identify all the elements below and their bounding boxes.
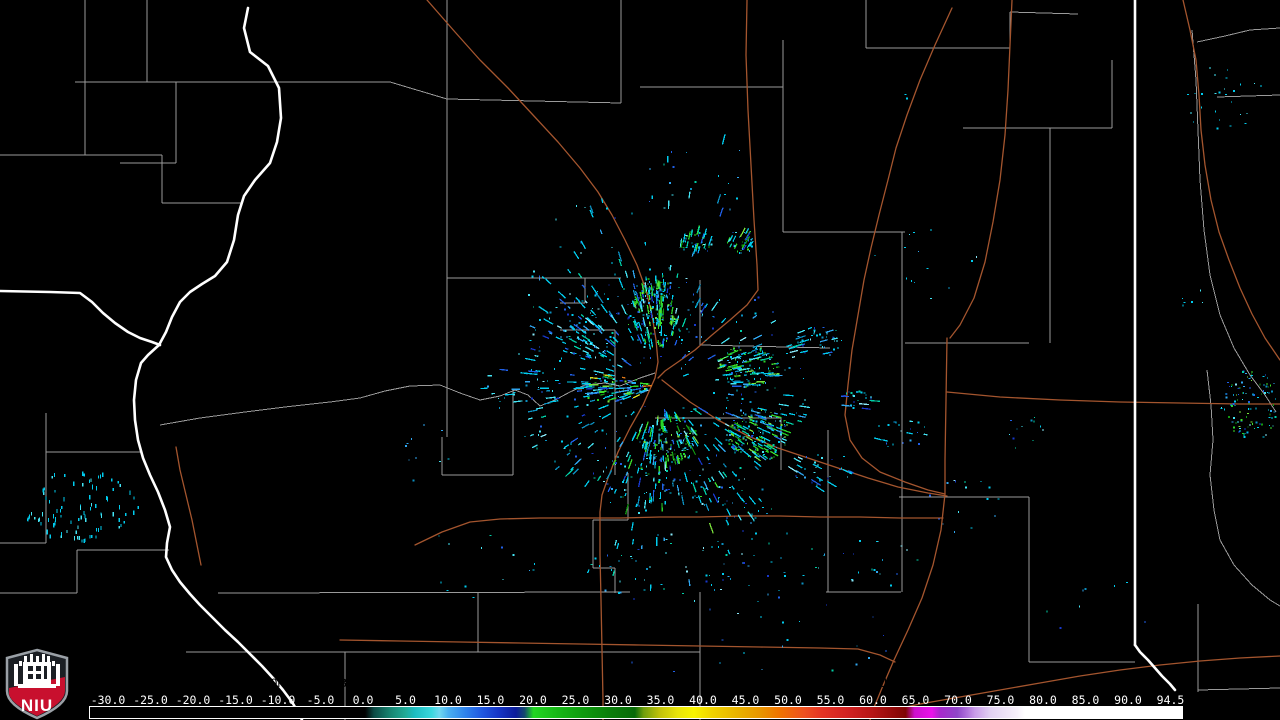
- colorbar-label: 35.0: [646, 693, 675, 707]
- highway-lines: [175, 0, 1280, 720]
- county-boundaries: [0, 0, 1280, 720]
- colorbar-label: 55.0: [816, 693, 845, 707]
- colorbar-label: 85.0: [1071, 693, 1100, 707]
- colorbar-label: 70.0: [944, 693, 972, 707]
- colorbar-label: 75.0: [986, 693, 1015, 707]
- radar-map: [0, 0, 1280, 720]
- colorbar-label: -5.0: [306, 693, 335, 707]
- colorbar-label: 30.0: [604, 693, 632, 707]
- colorbar-label: 94.5: [1156, 693, 1185, 707]
- reflectivity-colorbar: [89, 706, 1183, 719]
- colorbar-label: 5.0: [395, 693, 416, 707]
- niu-logo-text: NIU: [21, 696, 53, 715]
- colorbar-label: 60.0: [859, 693, 887, 707]
- colorbar-label: -10.0: [260, 693, 296, 707]
- colorbar-label: 10.0: [434, 693, 462, 707]
- colorbar-label: -30.0: [90, 693, 126, 707]
- colorbar-label: 50.0: [774, 693, 802, 707]
- colorbar-scale: -30.0 -25.0 -20.0 -15.0 -10.0 -5.0 0.0 5.0 10.0 1…: [0, 694, 1280, 706]
- colorbar-label: 80.0: [1029, 693, 1057, 707]
- colorbar-label: 25.0: [561, 693, 590, 707]
- colorbar-label: 15.0: [476, 693, 505, 707]
- colorbar-label: 40.0: [689, 693, 717, 707]
- colorbar-label: 20.0: [519, 693, 547, 707]
- niu-logo: NIU: [5, 648, 69, 720]
- product-title: KILX LONG RANGE BASE REFLECTIVITY (0.25K…: [229, 676, 1005, 690]
- colorbar-label: 65.0: [901, 693, 930, 707]
- colorbar-label: -25.0: [133, 693, 168, 707]
- colorbar-label: 0.0: [352, 693, 374, 707]
- radar-display: KILX LONG RANGE BASE REFLECTIVITY (0.25K…: [0, 0, 1280, 720]
- colorbar-label: 90.0: [1114, 693, 1142, 707]
- colorbar-label: -15.0: [218, 693, 253, 707]
- radar-echoes: [27, 67, 1277, 672]
- colorbar-label: -20.0: [175, 693, 211, 707]
- colorbar-label: 45.0: [731, 693, 760, 707]
